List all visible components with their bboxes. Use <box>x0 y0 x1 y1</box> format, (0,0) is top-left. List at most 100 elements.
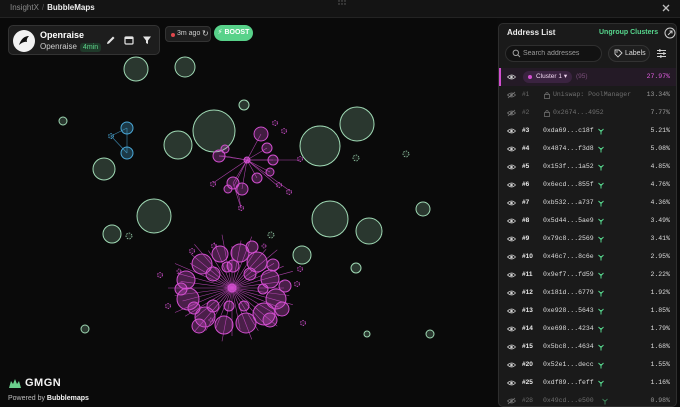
address-row[interactable]: #6 0x6ecd...855f 4.76% <box>499 176 676 194</box>
address-text[interactable]: 0xb532...a737 <box>543 199 594 206</box>
cluster-bubble[interactable] <box>206 299 220 313</box>
cluster-bubble[interactable] <box>297 266 303 272</box>
funding-tree-icon[interactable] <box>597 271 605 279</box>
address-row[interactable]: #8 0x5d44...5ae9 3.49% <box>499 212 676 230</box>
cluster-bubble[interactable] <box>253 126 269 142</box>
refresh-icon[interactable]: ↻ <box>202 29 209 38</box>
funding-tree-icon[interactable] <box>597 163 605 171</box>
bubble-map-canvas[interactable] <box>0 18 497 407</box>
bubble-map[interactable] <box>0 18 497 407</box>
funding-tree-icon[interactable] <box>597 145 605 153</box>
holder-bubble[interactable] <box>292 245 312 265</box>
cluster-bubble[interactable] <box>208 317 214 323</box>
holder-bubble[interactable] <box>415 201 431 217</box>
eye-icon[interactable] <box>507 271 516 279</box>
cluster-bubble[interactable] <box>243 267 257 281</box>
cluster-bubble[interactable] <box>220 144 230 154</box>
cluster-bubble[interactable] <box>281 128 287 134</box>
cluster-bubble[interactable] <box>189 248 195 254</box>
holder-bubble[interactable] <box>311 200 349 238</box>
labels-button[interactable]: Labels <box>608 45 650 62</box>
funding-tree-icon[interactable] <box>597 235 605 243</box>
drag-handle-icon[interactable] <box>338 0 346 6</box>
cluster-bubble[interactable] <box>187 301 201 315</box>
search-box[interactable] <box>505 45 602 62</box>
address-row[interactable]: #2 0x2674...4952 7.77% <box>499 104 676 122</box>
address-text[interactable]: 0x4874...f3d8 <box>543 145 594 152</box>
cluster-bubble[interactable] <box>191 318 207 334</box>
holder-bubble[interactable] <box>267 231 275 239</box>
address-row[interactable]: #7 0xb532...a737 4.36% <box>499 194 676 212</box>
eye-icon[interactable] <box>507 379 516 387</box>
holder-bubble-linked[interactable] <box>120 121 134 135</box>
holder-bubble[interactable] <box>339 106 375 142</box>
holder-bubble[interactable] <box>163 130 193 160</box>
address-row[interactable]: #12 0x181d...6779 1.92% <box>499 284 676 302</box>
address-row[interactable]: #14 0xe698...4234 1.79% <box>499 320 676 338</box>
address-text[interactable]: 0x5bc8...4634 <box>543 343 594 350</box>
cluster-bubble[interactable] <box>267 154 279 166</box>
holder-bubble-linked[interactable] <box>120 146 134 160</box>
funding-tree-icon[interactable] <box>597 361 605 369</box>
cluster-bubble[interactable] <box>210 181 216 187</box>
address-text[interactable]: 0x9ef7...fd59 <box>543 271 594 278</box>
eye-icon[interactable] <box>507 253 516 261</box>
address-text[interactable]: 0x79c8...2569 <box>543 235 594 242</box>
eye-icon[interactable] <box>507 289 516 297</box>
cluster-bubble[interactable] <box>214 315 234 335</box>
address-row[interactable]: #28 0x49cd...e500 0.98% <box>499 392 676 406</box>
cluster-bubble[interactable] <box>243 156 251 164</box>
address-text[interactable]: 0x181d...6779 <box>543 289 594 296</box>
cluster-bubble[interactable] <box>223 184 233 194</box>
filter-icon[interactable] <box>141 34 153 46</box>
address-text[interactable]: 0xdf89...feff <box>543 379 594 386</box>
cluster-bubble[interactable] <box>238 205 244 211</box>
cluster-bubble[interactable] <box>211 243 217 249</box>
holder-bubble[interactable] <box>352 154 360 162</box>
holder-bubble[interactable] <box>136 198 172 234</box>
cluster-row[interactable]: Cluster 1 ▾ (95) 27.97% <box>499 68 676 86</box>
edit-icon[interactable] <box>105 34 117 46</box>
address-row[interactable]: #4 0x4874...f3d8 5.08% <box>499 140 676 158</box>
holder-bubble[interactable] <box>125 232 133 240</box>
funding-tree-icon[interactable] <box>597 307 605 315</box>
eye-icon[interactable] <box>507 343 516 351</box>
eye-icon[interactable] <box>507 361 516 369</box>
holder-bubble-linked[interactable] <box>108 133 114 139</box>
funding-tree-icon[interactable] <box>597 181 605 189</box>
cluster-bubble[interactable] <box>251 172 263 184</box>
address-text[interactable]: 0x49cd...e500 <box>543 397 594 404</box>
funding-tree-icon[interactable] <box>597 379 605 387</box>
funding-tree-icon[interactable] <box>597 325 605 333</box>
address-row[interactable]: #13 0xe928...5643 1.85% <box>499 302 676 320</box>
boost-button[interactable]: ⚡ BOOST <box>214 25 253 41</box>
cluster-bubble[interactable] <box>262 312 278 328</box>
cluster-bubble[interactable] <box>266 258 280 272</box>
eye-icon[interactable] <box>507 307 516 315</box>
cluster-bubble[interactable] <box>300 320 306 326</box>
address-row[interactable]: #9 0x79c8...2569 3.41% <box>499 230 676 248</box>
funding-tree-icon[interactable] <box>597 253 605 261</box>
cluster-bubble[interactable] <box>245 240 259 254</box>
cluster-bubble[interactable] <box>278 279 292 293</box>
address-row[interactable]: #3 0xda69...c18f 5.21% <box>499 122 676 140</box>
cluster-bubble[interactable] <box>294 281 300 287</box>
holder-bubble[interactable] <box>80 324 90 334</box>
address-text[interactable]: 0xda69...c18f <box>543 127 594 134</box>
address-row[interactable]: #1 Uniswap: PoolManager 13.34% <box>499 86 676 104</box>
address-text[interactable]: 0xe928...5643 <box>543 307 594 314</box>
cluster-bubble[interactable] <box>276 182 282 188</box>
address-row[interactable]: #15 0x5bc8...4634 1.68% <box>499 338 676 356</box>
ungroup-clusters-button[interactable]: Ungroup Clusters <box>599 29 658 36</box>
cluster-bubble[interactable] <box>261 243 267 249</box>
cluster-bubble[interactable] <box>176 268 182 274</box>
cluster-bubble[interactable] <box>274 301 290 317</box>
holder-bubble[interactable] <box>402 150 410 158</box>
address-text[interactable]: 0x153f...1a52 <box>543 163 594 170</box>
holder-bubble[interactable] <box>123 56 149 82</box>
cluster-bubble[interactable] <box>157 272 163 278</box>
address-text[interactable]: 0x5d44...5ae9 <box>543 217 594 224</box>
holder-bubble[interactable] <box>363 330 371 338</box>
eye-icon[interactable] <box>507 235 516 243</box>
breadcrumb-insightx[interactable]: InsightX <box>10 3 39 12</box>
